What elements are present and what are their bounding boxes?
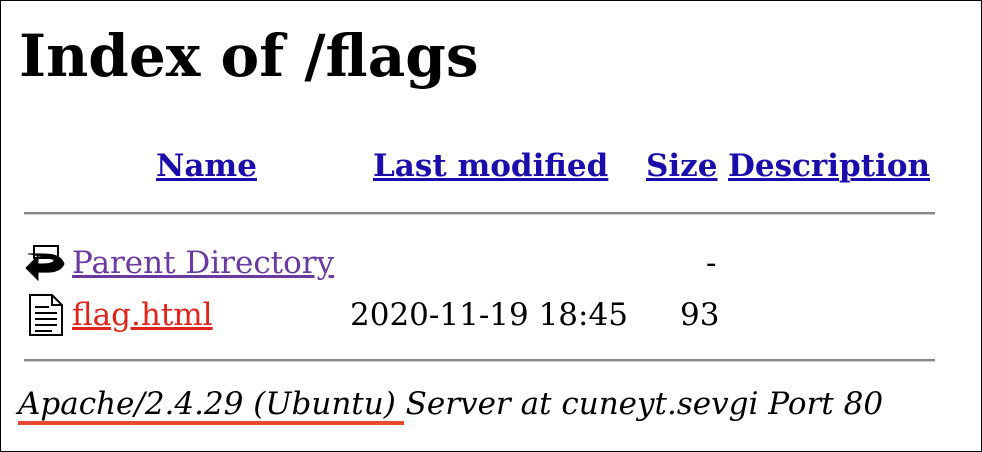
- text-file-icon: [24, 293, 68, 337]
- server-signature: Apache/2.4.29 (Ubuntu) Server at cuneyt.…: [18, 386, 884, 422]
- sort-by-size-link[interactable]: Size: [646, 146, 718, 186]
- header-divider: [24, 212, 935, 215]
- file-link-flag-html[interactable]: flag.html: [72, 295, 213, 335]
- sort-by-name-link[interactable]: Name: [156, 146, 257, 186]
- sort-by-description-link[interactable]: Description: [728, 146, 930, 186]
- sort-by-last-modified-link[interactable]: Last modified: [373, 146, 608, 186]
- parent-directory-link[interactable]: Parent Directory: [72, 243, 334, 283]
- size-cell: 93: [680, 297, 720, 333]
- annotation-underline: [18, 421, 404, 425]
- footer-divider: [24, 359, 935, 362]
- page-title: Index of /flags: [19, 22, 479, 90]
- parent-directory-icon: [24, 242, 68, 286]
- last-modified-cell: 2020-11-19 18:45: [350, 297, 628, 333]
- size-cell: -: [706, 245, 717, 281]
